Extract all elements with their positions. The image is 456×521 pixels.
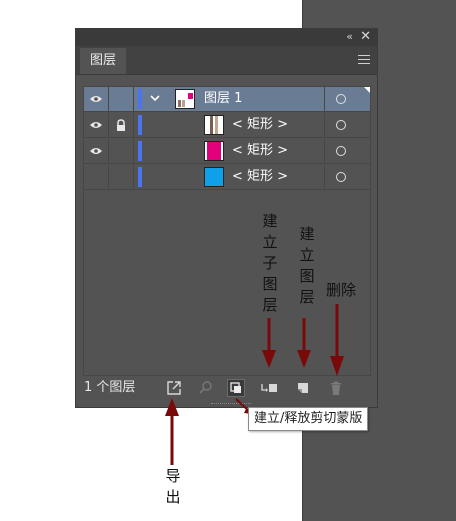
annotation-export: 导出 <box>165 467 181 506</box>
arrow-create-layer <box>297 318 311 368</box>
arrow-export <box>165 398 179 465</box>
arrow-create-sublayer <box>262 318 276 368</box>
arrow-delete <box>330 304 344 376</box>
annotation-create-sublayer: 建立子图层 <box>262 212 278 314</box>
annotation-arrows <box>165 304 344 465</box>
annotation-create-layer: 建立图层 <box>299 225 315 306</box>
tooltip-clipping-mask: 建立/释放剪切蒙版 <box>248 407 369 431</box>
annotation-delete: 删除 <box>326 281 357 299</box>
